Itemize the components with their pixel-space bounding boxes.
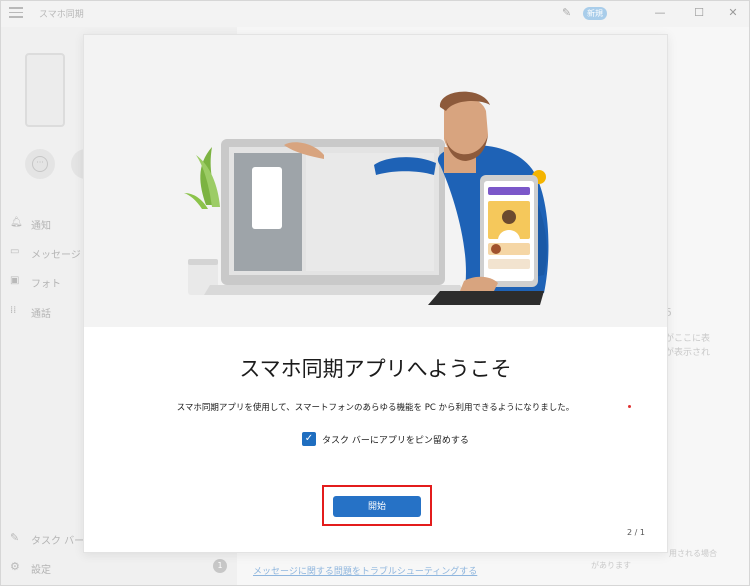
pen-icon[interactable]: ✎ xyxy=(562,6,571,19)
red-dot-marker xyxy=(628,405,631,408)
illustration-svg xyxy=(184,91,549,305)
hamburger-icon[interactable] xyxy=(9,7,23,19)
dialog-description: スマホ同期アプリを使用して、スマートフォンのあらゆる機能を PC から利用できる… xyxy=(176,403,575,413)
app-title: スマホ同期 xyxy=(39,10,84,20)
sidebar-item-label: 通話 xyxy=(31,309,51,320)
troubleshoot-link[interactable]: メッセージに関する問題をトラブルシューティングする xyxy=(253,564,477,577)
page-indicator: 2 / 1 xyxy=(627,528,645,537)
pin-taskbar-checkbox[interactable]: ✓ xyxy=(302,432,316,446)
photo-icon: ▣ xyxy=(10,275,20,286)
pin-icon: ✎ xyxy=(10,531,20,544)
app-window: スマホ同期 ✎ 新規 — ☐ ✕ ··· 🔔︎ 通知 ▭ メッセージ ▣ フォト… xyxy=(0,0,750,586)
keypad-icon: ⁞⁞ xyxy=(10,305,17,316)
bell-icon: 🔔︎ xyxy=(10,217,23,228)
sidebar-settings[interactable]: ⚙ 設定 xyxy=(1,556,237,580)
dialog-title: スマホ同期アプリへようこそ xyxy=(239,357,512,381)
sidebar-item-label: 通知 xyxy=(31,221,51,232)
background-text: があります xyxy=(591,561,631,570)
more-icon: ··· xyxy=(32,156,48,172)
new-badge[interactable]: 新規 xyxy=(583,7,607,20)
sidebar-item-label: メッセージ xyxy=(31,250,81,261)
phone-image xyxy=(25,53,65,127)
close-button[interactable]: ✕ xyxy=(724,5,742,21)
maximize-button[interactable]: ☐ xyxy=(690,5,708,21)
background-text: 用される場合 xyxy=(669,549,717,558)
start-button[interactable]: 開始 xyxy=(333,496,421,517)
settings-count-badge: 1 xyxy=(213,559,227,573)
more-button[interactable]: ··· xyxy=(25,149,55,179)
background-text: がここに表 xyxy=(665,334,711,344)
chat-icon: ▭ xyxy=(10,246,20,257)
title-bar: スマホ同期 ✎ 新規 — ☐ ✕ xyxy=(1,1,750,27)
gear-icon: ⚙ xyxy=(10,560,20,573)
settings-label: 設定 xyxy=(31,565,51,576)
background-text: が表示され xyxy=(665,348,711,358)
sidebar-item-label: フォト xyxy=(31,279,61,290)
minimize-button[interactable]: — xyxy=(651,5,669,21)
pin-taskbar-checkbox-label[interactable]: タスク バーにアプリをピン留めする xyxy=(322,433,469,446)
welcome-dialog: スマホ同期アプリへようこそ スマホ同期アプリを使用して、スマートフォンのあらゆる… xyxy=(83,34,668,553)
hero-illustration xyxy=(84,35,667,327)
